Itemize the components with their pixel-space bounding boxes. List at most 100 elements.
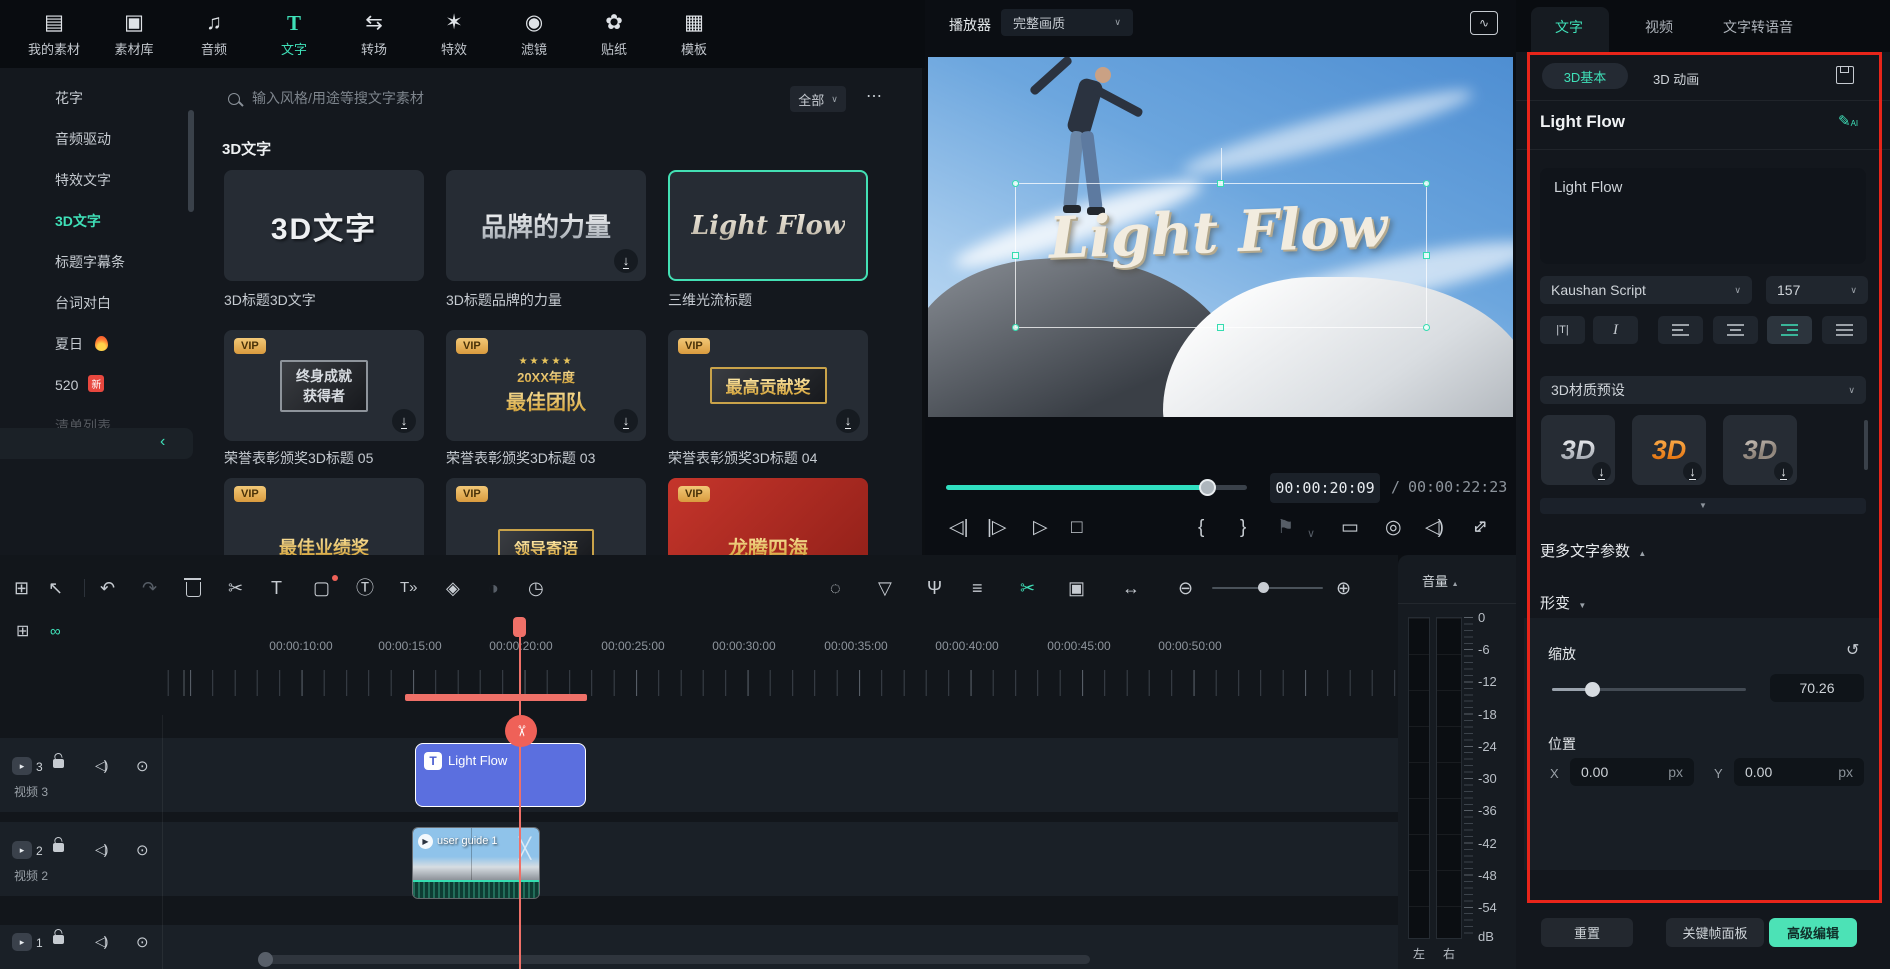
volume-collapse-button[interactable]: 音量 ▲: [1422, 571, 1459, 590]
handle-top-left[interactable]: [1012, 180, 1019, 187]
marker-flag-button[interactable]: ▽: [878, 577, 892, 599]
mute-button[interactable]: ◁): [1425, 515, 1442, 541]
track1-mute-icon[interactable]: ◁): [95, 933, 106, 950]
manage-tracks-button[interactable]: ⊞: [16, 621, 29, 643]
add-text-button[interactable]: T: [271, 577, 282, 599]
undo-button[interactable]: ↶: [100, 577, 115, 599]
display-device-button[interactable]: ▭: [1341, 515, 1359, 541]
nav-templates[interactable]: ▦模板: [654, 11, 734, 58]
text-clip-light-flow[interactable]: T Light Flow: [415, 743, 586, 807]
font-family-dropdown[interactable]: Kaushan Script∨: [1540, 276, 1752, 304]
subtab-3d-basic[interactable]: 3D基本: [1542, 63, 1628, 89]
audio-mixer-button[interactable]: ≡: [972, 577, 983, 599]
play-button[interactable]: ▷: [1033, 515, 1048, 541]
scale-value-input[interactable]: 70.26: [1770, 674, 1864, 702]
sidebar-item-huazi[interactable]: 花字: [0, 88, 160, 108]
timeline-ruler[interactable]: [165, 670, 1398, 696]
track-lane-2[interactable]: [0, 822, 1398, 896]
nav-stock-media[interactable]: ▣素材库: [94, 11, 174, 58]
template-card-best-performance[interactable]: VIP 最佳业绩奖: [224, 478, 424, 555]
font-size-dropdown[interactable]: 157∨: [1766, 276, 1868, 304]
auto-ripple-button[interactable]: ↔: [1122, 577, 1140, 599]
sidebar-item-dialogue[interactable]: 台词对白: [0, 293, 160, 313]
more-text-params-toggle[interactable]: 更多文字参数 ▲: [1540, 540, 1646, 561]
handle-mid-right[interactable]: [1423, 252, 1430, 259]
reset-button[interactable]: 重置: [1541, 918, 1633, 947]
mark-out-button[interactable]: }: [1240, 515, 1246, 541]
download-icon[interactable]: ↓: [614, 409, 638, 433]
track3-mute-icon[interactable]: ◁): [95, 757, 106, 774]
speed-timer-button[interactable]: ◷: [528, 577, 544, 599]
scale-slider-handle[interactable]: [1585, 682, 1600, 697]
handle-bottom-left[interactable]: [1012, 324, 1019, 331]
position-y-input[interactable]: 0.00px: [1734, 758, 1864, 786]
scale-slider[interactable]: [1552, 688, 1746, 691]
marker-button[interactable]: ⚑: [1277, 515, 1294, 541]
tab-text-to-speech[interactable]: 文字转语音: [1723, 17, 1793, 37]
nav-stickers[interactable]: ✿贴纸: [574, 11, 654, 58]
align-right-button[interactable]: [1767, 316, 1812, 344]
split-scissors-button[interactable]: ✂: [228, 577, 243, 599]
timeline-scroll-knob[interactable]: [258, 952, 273, 967]
handle-top-right[interactable]: [1423, 180, 1430, 187]
keyframe-panel-button[interactable]: 关键帧面板: [1666, 918, 1764, 947]
tab-text[interactable]: 文字: [1555, 17, 1583, 37]
nav-filters[interactable]: ◉滤镜: [494, 11, 574, 58]
nav-effects[interactable]: ✶特效: [414, 11, 494, 58]
align-center-button[interactable]: [1713, 316, 1758, 344]
timeline-zoom-slider[interactable]: [1212, 587, 1323, 589]
handle-bottom-right[interactable]: [1423, 324, 1430, 331]
material-preset-dropdown[interactable]: 3D材质预设∨: [1540, 376, 1866, 404]
sidebar-item-title-caption[interactable]: 标题字幕条: [0, 252, 160, 272]
speech-to-text-button[interactable]: Ⓣ: [356, 577, 374, 599]
nav-transitions[interactable]: ⇆转场: [334, 11, 414, 58]
previous-frame-button[interactable]: ◁|: [949, 515, 969, 541]
template-card-brand-power[interactable]: 品牌的力量 ↓: [446, 170, 646, 281]
download-icon[interactable]: ↓: [392, 409, 416, 433]
stop-button[interactable]: □: [1071, 515, 1082, 541]
tab-video[interactable]: 视频: [1645, 17, 1673, 37]
zoom-out-button[interactable]: ⊖: [1178, 577, 1193, 599]
track-lane-3[interactable]: [0, 738, 1398, 812]
screen-record-button[interactable]: ▣: [1068, 577, 1085, 599]
download-icon[interactable]: ↓: [614, 249, 638, 273]
quality-dropdown[interactable]: 完整画质∨: [1001, 9, 1133, 36]
material-tile-orange[interactable]: 3D↓: [1632, 415, 1706, 485]
materials-scrollbar[interactable]: [1864, 420, 1868, 470]
marker-chevron-icon[interactable]: ∨: [1307, 521, 1315, 547]
template-card-light-flow[interactable]: Light Flow: [668, 170, 868, 281]
delete-button[interactable]: [186, 577, 201, 602]
sidebar-item-audio-driven[interactable]: 音频驱动: [0, 129, 160, 149]
track1-visibility-icon[interactable]: ⊙: [136, 933, 149, 951]
track3-visibility-icon[interactable]: ⊙: [136, 757, 149, 775]
template-card-leader-message[interactable]: VIP 领导寄语: [446, 478, 646, 555]
link-clips-button[interactable]: ∞: [50, 621, 61, 643]
download-icon[interactable]: ↓: [1592, 462, 1611, 481]
track1-lock-icon[interactable]: [53, 928, 64, 947]
sidebar-item-3d-text[interactable]: 3D文字: [0, 211, 160, 231]
template-card-3d-text[interactable]: 3D文字: [224, 170, 424, 281]
template-card-dragon[interactable]: VIP 龙腾四海: [668, 478, 868, 555]
handle-mid-left[interactable]: [1012, 252, 1019, 259]
reset-scale-icon[interactable]: ↺: [1846, 640, 1859, 660]
seek-handle[interactable]: [1199, 479, 1216, 496]
expand-materials-button[interactable]: ▼: [1540, 498, 1866, 514]
handle-bottom-center[interactable]: [1217, 324, 1224, 331]
color-palette-button[interactable]: ◑: [488, 577, 499, 599]
download-icon[interactable]: ↓: [1683, 462, 1702, 481]
more-options-button[interactable]: ⋯: [866, 86, 882, 106]
zoom-in-button[interactable]: ⊕: [1336, 577, 1351, 599]
material-tile-stone[interactable]: 3D↓: [1723, 415, 1797, 485]
record-voiceover-button[interactable]: Ψ: [927, 577, 942, 599]
track2-mute-icon[interactable]: ◁): [95, 841, 106, 858]
download-icon[interactable]: ↓: [836, 409, 860, 433]
ai-edit-icon[interactable]: ✎AI: [1838, 112, 1858, 130]
justify-button[interactable]: [1822, 316, 1867, 344]
mark-in-button[interactable]: {: [1198, 515, 1204, 541]
next-frame-button[interactable]: |▷: [987, 515, 1007, 541]
render-preview-button[interactable]: ◌: [830, 577, 841, 599]
nav-audio[interactable]: ♫音频: [174, 11, 254, 58]
nav-text[interactable]: T文字: [254, 11, 334, 58]
vertical-text-button[interactable]: |T|: [1540, 316, 1585, 344]
text-content-input[interactable]: Light Flow: [1540, 168, 1866, 264]
